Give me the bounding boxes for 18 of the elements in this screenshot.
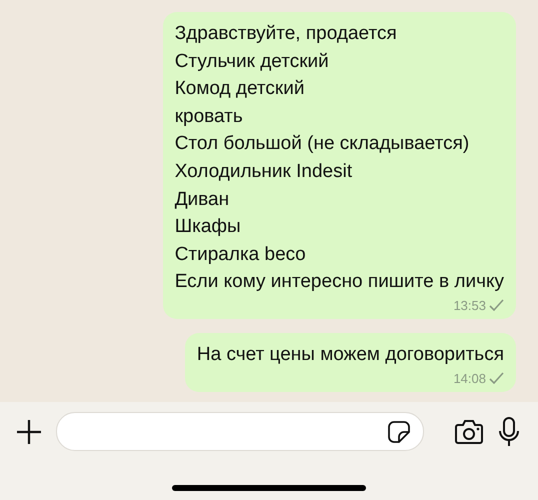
message-text: Здравствуйте, продается	[174, 22, 398, 46]
message-text: Если кому интересно пишите в личку	[174, 270, 504, 294]
message-text: Холодильник Indesit	[174, 160, 354, 184]
message-time: 13:53	[453, 298, 486, 313]
message-text: Стол большой (не складывается)	[174, 132, 470, 156]
message-input-field[interactable]	[56, 412, 424, 451]
message-text: Стульчик детский	[174, 50, 330, 74]
message-text: На счет цены можем договориться	[196, 342, 504, 367]
plus-icon[interactable]	[16, 418, 42, 444]
message-text: Диван	[174, 188, 230, 212]
message-text: кровать	[174, 104, 244, 129]
message-text: Шкафы	[174, 215, 242, 240]
microphone-icon[interactable]	[498, 416, 520, 446]
message-text: Стиралка beco	[174, 242, 307, 267]
sticker-icon[interactable]	[387, 420, 411, 444]
message-text: Комод детский	[174, 77, 306, 102]
message-time: 14:08	[453, 370, 486, 386]
camera-icon[interactable]	[454, 418, 484, 444]
